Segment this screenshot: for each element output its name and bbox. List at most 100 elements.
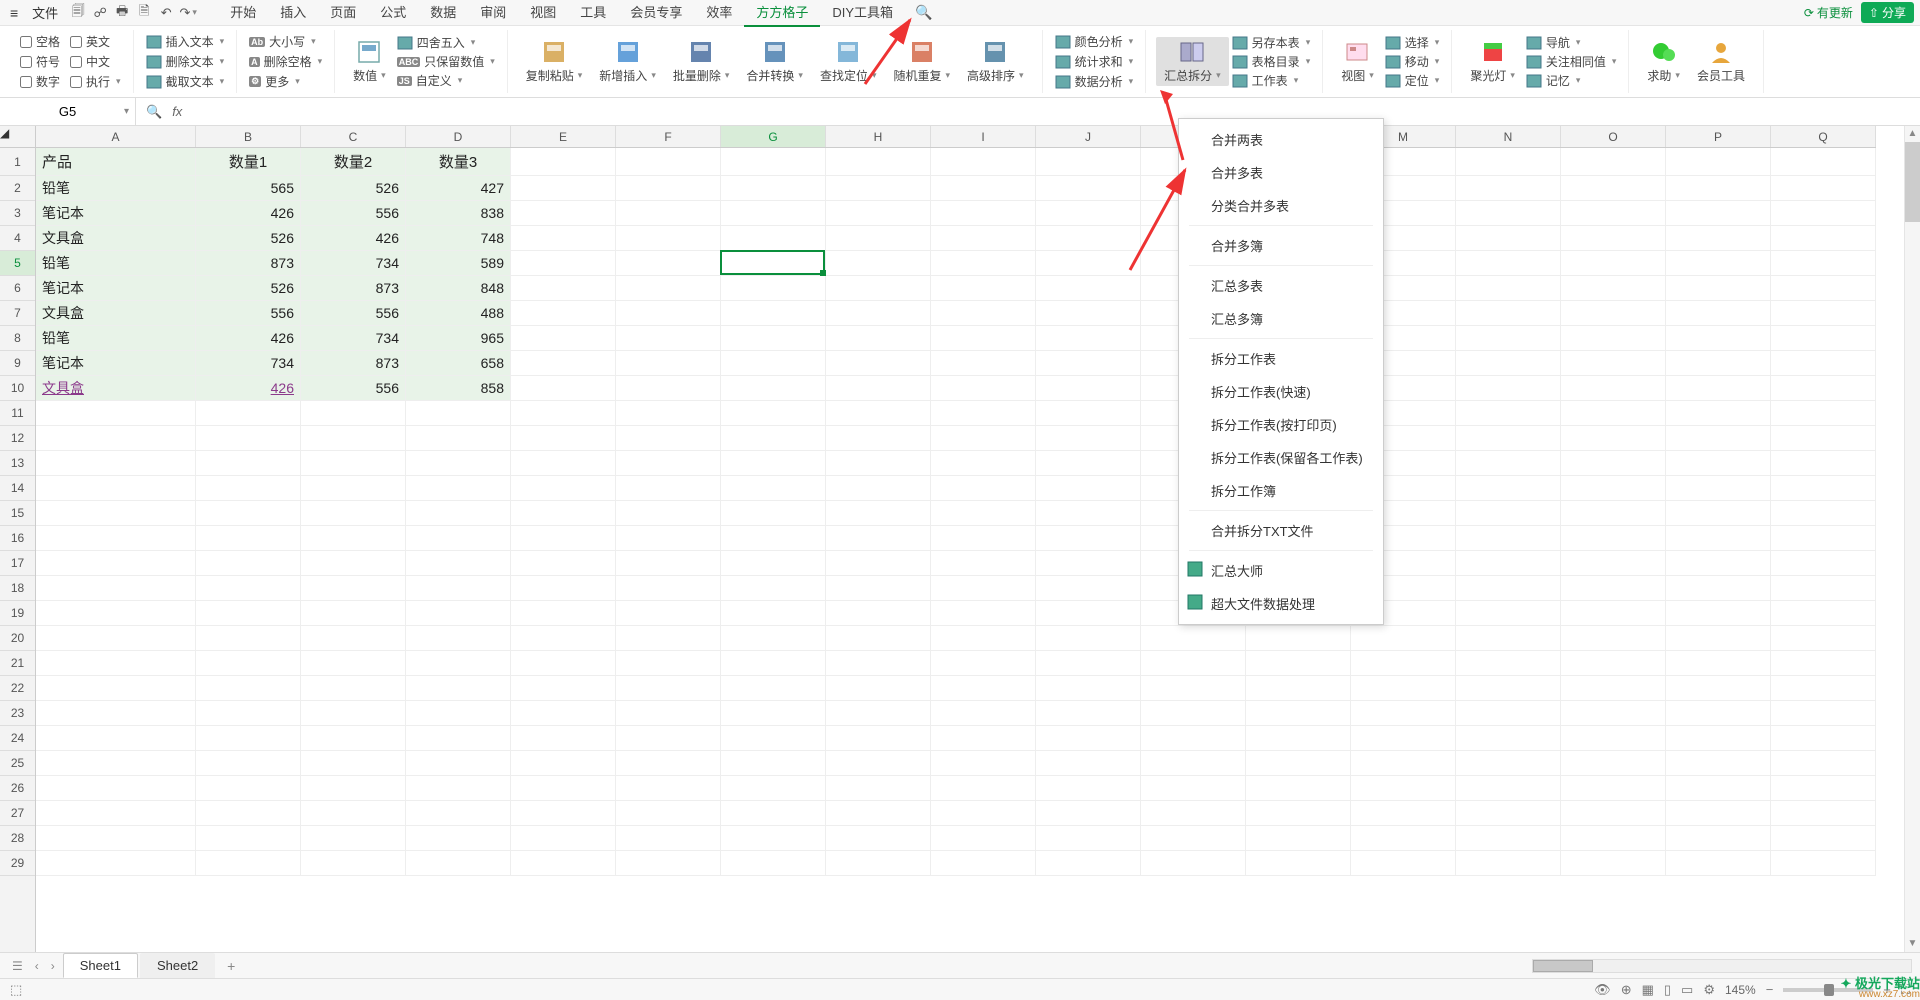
cell-K22[interactable]	[1141, 676, 1246, 701]
cell-C24[interactable]	[301, 726, 406, 751]
cell-P20[interactable]	[1666, 626, 1771, 651]
cell-G18[interactable]	[721, 576, 826, 601]
fullscreen-icon[interactable]: ⛶	[1901, 982, 1910, 998]
tab-会员专享[interactable]: 会员专享	[618, 0, 694, 27]
crosshair-icon[interactable]: ⊕	[1621, 982, 1632, 998]
cell-J24[interactable]	[1036, 726, 1141, 751]
cell-O9[interactable]	[1561, 351, 1666, 376]
zoom-out-icon[interactable]: −	[1766, 982, 1774, 997]
cell-F7[interactable]	[616, 301, 721, 326]
name-box[interactable]: ▾	[0, 98, 136, 125]
reader-view-icon[interactable]: ▭	[1681, 982, 1693, 998]
move-icon[interactable]: 移动 ▾	[1383, 52, 1442, 71]
cell-C15[interactable]	[301, 501, 406, 526]
menu-分类合并多表[interactable]: 分类合并多表	[1179, 189, 1383, 222]
cell-E22[interactable]	[511, 676, 616, 701]
cell-B17[interactable]	[196, 551, 301, 576]
cell-O10[interactable]	[1561, 376, 1666, 401]
custom-icon[interactable]: JS 自定义 ▾	[395, 71, 497, 90]
cell-P10[interactable]	[1666, 376, 1771, 401]
cell-D18[interactable]	[406, 576, 511, 601]
row-header-18[interactable]: 18	[0, 576, 35, 601]
row-header-25[interactable]: 25	[0, 751, 35, 776]
cell-F18[interactable]	[616, 576, 721, 601]
cell-O4[interactable]	[1561, 226, 1666, 251]
menu-合并多簿[interactable]: 合并多簿	[1179, 229, 1383, 262]
cell-K28[interactable]	[1141, 826, 1246, 851]
cell-L24[interactable]	[1246, 726, 1351, 751]
cell-Q20[interactable]	[1771, 626, 1876, 651]
tab-公式[interactable]: 公式	[368, 0, 418, 27]
cell-D22[interactable]	[406, 676, 511, 701]
cell-A9[interactable]: 笔记本	[36, 351, 196, 376]
cell-Q5[interactable]	[1771, 251, 1876, 276]
saveas-icon[interactable]: 另存本表 ▾	[1230, 33, 1313, 52]
cell-P11[interactable]	[1666, 401, 1771, 426]
cell-I28[interactable]	[931, 826, 1036, 851]
cell-B25[interactable]	[196, 751, 301, 776]
cell-B7[interactable]: 556	[196, 301, 301, 326]
tab-工具[interactable]: 工具	[568, 0, 618, 27]
cell-M22[interactable]	[1351, 676, 1456, 701]
cell-Q13[interactable]	[1771, 451, 1876, 476]
cell-G28[interactable]	[721, 826, 826, 851]
cell-C14[interactable]	[301, 476, 406, 501]
cell-C19[interactable]	[301, 601, 406, 626]
cell-M23[interactable]	[1351, 701, 1456, 726]
cell-F12[interactable]	[616, 426, 721, 451]
cell-I8[interactable]	[931, 326, 1036, 351]
tab-插入[interactable]: 插入	[268, 0, 318, 27]
cell-E28[interactable]	[511, 826, 616, 851]
col-header-C[interactable]: C	[301, 126, 406, 147]
cell-E3[interactable]	[511, 201, 616, 226]
row-header-19[interactable]: 19	[0, 601, 35, 626]
color-analyze-icon[interactable]: 颜色分析 ▾	[1053, 32, 1136, 51]
row-header-14[interactable]: 14	[0, 476, 35, 501]
cell-I27[interactable]	[931, 801, 1036, 826]
cell-M20[interactable]	[1351, 626, 1456, 651]
cell-Q19[interactable]	[1771, 601, 1876, 626]
cell-A21[interactable]	[36, 651, 196, 676]
cell-I16[interactable]	[931, 526, 1036, 551]
cell-J20[interactable]	[1036, 626, 1141, 651]
cell-G13[interactable]	[721, 451, 826, 476]
cell-K24[interactable]	[1141, 726, 1246, 751]
col-header-A[interactable]: A	[36, 126, 196, 147]
cell-D6[interactable]: 848	[406, 276, 511, 301]
chevron-down-icon[interactable]: ▾	[124, 106, 129, 117]
case-icon[interactable]: Ab 大小写 ▾	[247, 32, 324, 51]
cell-E11[interactable]	[511, 401, 616, 426]
scroll-thumb[interactable]	[1905, 142, 1920, 222]
cell-P6[interactable]	[1666, 276, 1771, 301]
cell-H15[interactable]	[826, 501, 931, 526]
cell-G2[interactable]	[721, 176, 826, 201]
cell-D8[interactable]: 965	[406, 326, 511, 351]
cell-I4[interactable]	[931, 226, 1036, 251]
keep-num-icon[interactable]: ABC 只保留数值 ▾	[395, 52, 497, 71]
cell-G8[interactable]	[721, 326, 826, 351]
cell-M26[interactable]	[1351, 776, 1456, 801]
col-header-O[interactable]: O	[1561, 126, 1666, 147]
cell-J1[interactable]	[1036, 148, 1141, 176]
tab-方方格子[interactable]: 方方格子	[744, 0, 820, 27]
cell-I20[interactable]	[931, 626, 1036, 651]
cell-E15[interactable]	[511, 501, 616, 526]
cell-E4[interactable]	[511, 226, 616, 251]
sheet-prev-icon[interactable]: ‹	[31, 959, 43, 973]
cell-Q4[interactable]	[1771, 226, 1876, 251]
cell-O28[interactable]	[1561, 826, 1666, 851]
menu-拆分工作表(按打印页)[interactable]: 拆分工作表(按打印页)	[1179, 408, 1383, 441]
col-header-P[interactable]: P	[1666, 126, 1771, 147]
batch-del-icon[interactable]: 批量删除▾	[665, 32, 738, 91]
cell-G29[interactable]	[721, 851, 826, 876]
cell-D20[interactable]	[406, 626, 511, 651]
cell-Q29[interactable]	[1771, 851, 1876, 876]
cell-P1[interactable]	[1666, 148, 1771, 176]
col-header-N[interactable]: N	[1456, 126, 1561, 147]
cell-Q16[interactable]	[1771, 526, 1876, 551]
cell-H12[interactable]	[826, 426, 931, 451]
row-header-28[interactable]: 28	[0, 826, 35, 851]
row-header-2[interactable]: 2	[0, 176, 35, 201]
tab-审阅[interactable]: 审阅	[468, 0, 518, 27]
cell-A27[interactable]	[36, 801, 196, 826]
